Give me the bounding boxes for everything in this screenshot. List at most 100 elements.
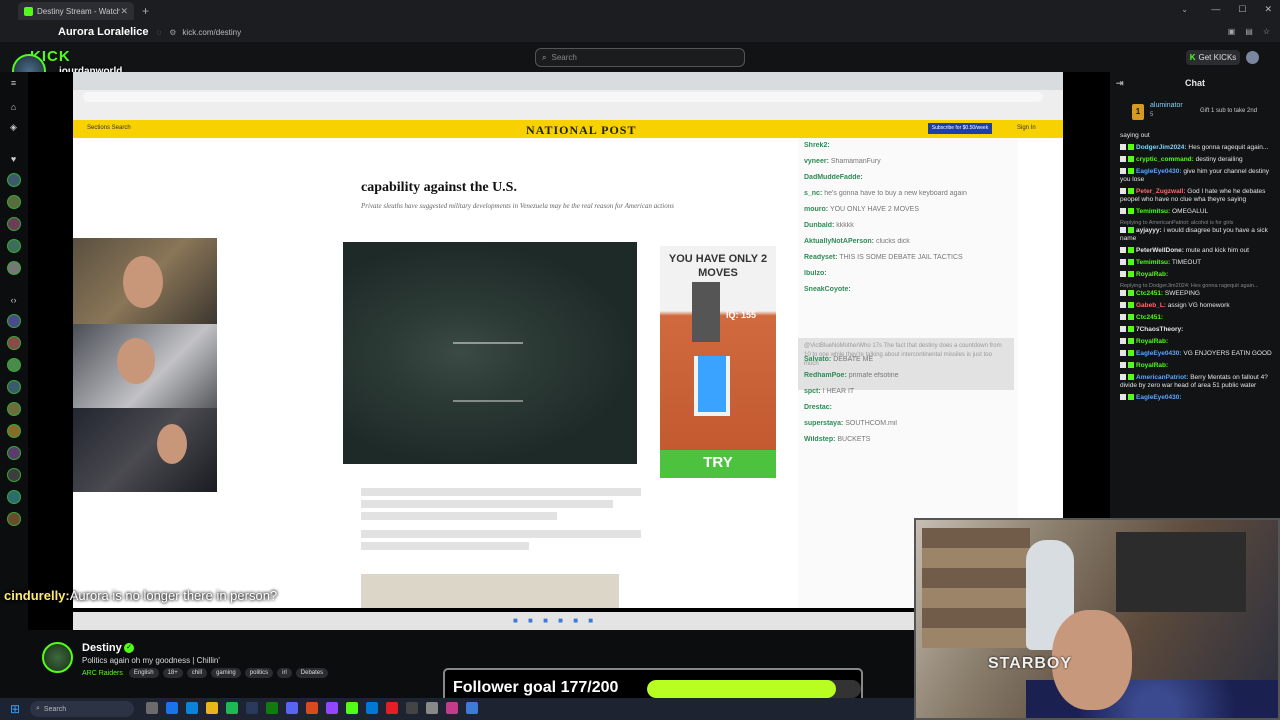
- followed-channel-avatar[interactable]: [7, 261, 21, 275]
- kick-app-icon[interactable]: [346, 702, 358, 714]
- stream-category[interactable]: ARC Raiders: [82, 670, 123, 677]
- chat-username[interactable]: Gabeb_L:: [1136, 302, 1166, 309]
- screenshot-icon[interactable]: ▣: [1228, 27, 1236, 36]
- edge-icon[interactable]: [186, 702, 198, 714]
- chat-message[interactable]: DodgerJim2024: Hes gonna ragequit again.…: [1120, 144, 1278, 152]
- xbox-icon[interactable]: [266, 702, 278, 714]
- chat-username[interactable]: Ctc2451:: [1136, 314, 1163, 321]
- stream-tag[interactable]: Debates: [295, 668, 329, 678]
- stream-tag[interactable]: English: [128, 668, 159, 678]
- chat-message[interactable]: Peter_Zugzwall: God I hate whe he debate…: [1120, 188, 1278, 204]
- stream-tag[interactable]: chill: [186, 668, 208, 678]
- recommended-channel-avatar[interactable]: [7, 490, 21, 504]
- stream-tag[interactable]: politics: [244, 668, 274, 678]
- tab-list-icon[interactable]: ⌄: [1181, 5, 1188, 14]
- app-icon[interactable]: [326, 702, 338, 714]
- chat-username[interactable]: EagleEye0430:: [1136, 350, 1182, 357]
- chat-username[interactable]: ayjayyy:: [1136, 227, 1162, 234]
- chat-message[interactable]: EagleEye0430: VG ENJOYERS EATIN GOOD: [1120, 350, 1278, 358]
- chat-username[interactable]: AmericanPatriot:: [1136, 374, 1188, 381]
- store-icon[interactable]: [366, 702, 378, 714]
- followed-channel-avatar[interactable]: [7, 239, 21, 253]
- app-icon-3[interactable]: [466, 702, 478, 714]
- chrome-icon[interactable]: [166, 702, 178, 714]
- file-explorer-icon[interactable]: [206, 702, 218, 714]
- chat-username[interactable]: Temimitsu:: [1136, 259, 1170, 266]
- close-tab-icon[interactable]: ✕: [120, 6, 128, 17]
- chat-message[interactable]: cryptic_command: destiny derailing: [1120, 156, 1278, 164]
- chat-username[interactable]: cryptic_command:: [1136, 156, 1194, 163]
- search-input[interactable]: ⌕ Search: [535, 48, 745, 67]
- chat-username[interactable]: RoyalRab:: [1136, 338, 1168, 345]
- bookmark-star-icon[interactable]: ☆: [1263, 27, 1270, 36]
- channel-name[interactable]: Destiny: [82, 642, 122, 654]
- chat-username[interactable]: DodgerJim2024:: [1136, 144, 1187, 151]
- app-icon-2[interactable]: [446, 702, 458, 714]
- chat-username[interactable]: Peter_Zugzwall:: [1136, 188, 1185, 195]
- recommended-channel-avatar[interactable]: [7, 446, 21, 460]
- url-field[interactable]: kick.com/destiny: [182, 28, 241, 37]
- chat-username[interactable]: Temimitsu:: [1136, 208, 1170, 215]
- chat-message[interactable]: AmericanPatriot: Berry Mentats on fallou…: [1120, 374, 1278, 390]
- pinned-gift-banner[interactable]: 1 aluminator 5 Gift 1 sub to take 2nd: [1122, 98, 1272, 128]
- recommended-channel-avatar[interactable]: [7, 336, 21, 350]
- chat-message[interactable]: ayjayyy: i would disagree but you have a…: [1120, 227, 1278, 243]
- chat-message[interactable]: Ctc2451: SWEEPING: [1120, 290, 1278, 298]
- shield-icon[interactable]: ◌: [156, 28, 161, 37]
- new-tab-icon[interactable]: +: [142, 4, 149, 18]
- chat-message[interactable]: EagleEye0430:: [1120, 394, 1278, 402]
- browse-icon[interactable]: ◈: [8, 122, 19, 133]
- spotify-icon[interactable]: [226, 702, 238, 714]
- terminal-icon[interactable]: [406, 702, 418, 714]
- windows-start-icon[interactable]: ⊞: [10, 703, 20, 715]
- user-avatar[interactable]: [1246, 51, 1259, 64]
- settings-icon[interactable]: [426, 702, 438, 714]
- chat-message[interactable]: Temimitsu: OMEGALUL: [1120, 208, 1278, 216]
- followed-channel-avatar[interactable]: [7, 173, 21, 187]
- recommended-channel-avatar[interactable]: [7, 424, 21, 438]
- obs-icon[interactable]: [386, 702, 398, 714]
- stream-tag[interactable]: 18+: [162, 668, 183, 678]
- followed-channel-avatar[interactable]: [7, 217, 21, 231]
- stream-tag[interactable]: gaming: [211, 668, 241, 678]
- chat-message[interactable]: RoyalRab:: [1120, 362, 1278, 370]
- recommended-icon[interactable]: ‹›: [8, 295, 19, 306]
- chat-username[interactable]: Ctc2451:: [1136, 290, 1163, 297]
- recommended-channel-avatar[interactable]: [7, 358, 21, 372]
- recommended-channel-avatar[interactable]: [7, 512, 21, 526]
- site-info-icon[interactable]: ⚙: [169, 28, 176, 37]
- chat-message[interactable]: saying out: [1120, 132, 1278, 140]
- taskbar-search[interactable]: ⌕ Search: [30, 701, 134, 717]
- chat-message[interactable]: Temimitsu: TIMEOUT: [1120, 259, 1278, 267]
- chat-message[interactable]: Gabeb_L: assign VG homework: [1120, 302, 1278, 310]
- browser-tab[interactable]: Destiny Stream - Watch Liv ✕: [18, 2, 134, 20]
- chat-username[interactable]: EagleEye0430:: [1136, 168, 1182, 175]
- steam-icon[interactable]: [246, 702, 258, 714]
- chat-username[interactable]: EagleEye0430:: [1136, 394, 1182, 401]
- chat-username[interactable]: RoyalRab:: [1136, 271, 1168, 278]
- discord-icon[interactable]: [286, 702, 298, 714]
- recommended-channel-avatar[interactable]: [7, 314, 21, 328]
- minimize-icon[interactable]: —: [1211, 4, 1220, 15]
- collapse-chat-icon[interactable]: ⇥: [1116, 78, 1124, 89]
- chat-message[interactable]: RoyalRab:: [1120, 271, 1278, 279]
- home-icon[interactable]: ⌂: [8, 102, 19, 113]
- reader-icon[interactable]: ▤: [1245, 27, 1253, 36]
- browser-profile-name[interactable]: Aurora Loralelice: [58, 26, 148, 38]
- maximize-icon[interactable]: ☐: [1238, 4, 1246, 15]
- chat-username[interactable]: PeterWellDone:: [1136, 247, 1184, 254]
- close-window-icon[interactable]: ✕: [1264, 4, 1272, 15]
- chat-message[interactable]: PeterWellDone: mute and kick him out: [1120, 247, 1278, 255]
- chat-username[interactable]: 7ChaosTheory:: [1136, 326, 1183, 333]
- firefox-icon[interactable]: [306, 702, 318, 714]
- task-view-icon[interactable]: [146, 702, 158, 714]
- recommended-channel-avatar[interactable]: [7, 468, 21, 482]
- channel-avatar[interactable]: [42, 642, 73, 673]
- menu-icon[interactable]: ≡: [8, 78, 19, 89]
- chat-message[interactable]: Ctc2451:: [1120, 314, 1278, 322]
- get-kicks-button[interactable]: K Get KICKs: [1186, 50, 1240, 65]
- chat-message[interactable]: RoyalRab:: [1120, 338, 1278, 346]
- chat-message[interactable]: EagleEye0430: give him your channel dest…: [1120, 168, 1278, 184]
- recommended-channel-avatar[interactable]: [7, 380, 21, 394]
- stream-tag[interactable]: irl: [277, 668, 292, 678]
